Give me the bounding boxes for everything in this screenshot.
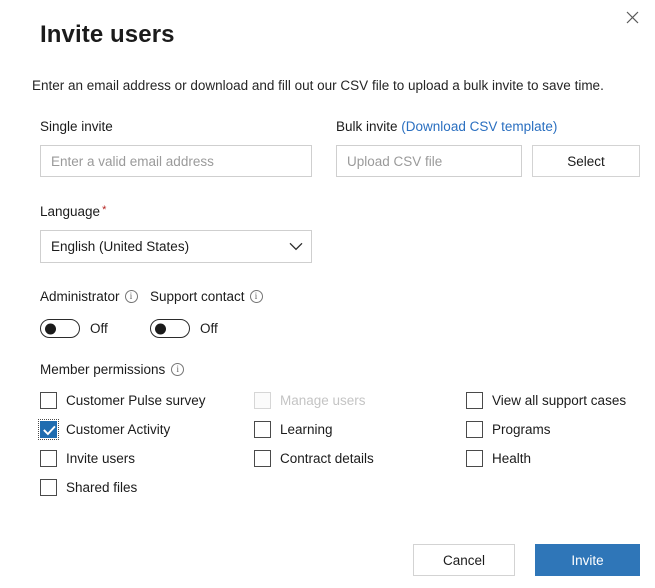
checkbox-icon[interactable] xyxy=(466,421,483,438)
invite-button[interactable]: Invite xyxy=(535,544,640,576)
administrator-toggle-state: Off xyxy=(90,321,108,336)
permission-label: Contract details xyxy=(280,451,374,466)
checkbox-icon[interactable] xyxy=(254,421,271,438)
permission-checkbox-row: Manage users xyxy=(254,386,469,415)
administrator-toggle[interactable]: Off xyxy=(40,319,108,338)
language-select[interactable]: English (United States) xyxy=(40,230,312,263)
page-title: Invite users xyxy=(40,21,175,48)
info-icon[interactable]: i xyxy=(124,290,138,303)
checkbox-icon[interactable] xyxy=(466,450,483,467)
permission-checkbox-row[interactable]: Customer Pulse survey xyxy=(40,386,255,415)
single-invite-label: Single invite xyxy=(40,119,113,134)
permission-label: Shared files xyxy=(66,480,138,495)
permission-checkbox-row[interactable]: Learning xyxy=(254,415,469,444)
checkbox-icon[interactable] xyxy=(40,392,57,409)
single-invite-email-input[interactable] xyxy=(40,145,312,177)
language-label-text: Language xyxy=(40,204,101,219)
permission-label: Customer Activity xyxy=(66,422,171,437)
cancel-button[interactable]: Cancel xyxy=(413,544,515,576)
permission-checkbox-row[interactable]: View all support cases xyxy=(466,386,655,415)
permission-label: Manage users xyxy=(280,393,366,408)
close-icon[interactable] xyxy=(617,2,647,32)
info-icon[interactable]: i xyxy=(171,363,185,376)
invite-users-dialog: Invite users Enter an email address or d… xyxy=(0,0,655,588)
support-contact-label-text: Support contact xyxy=(150,289,245,304)
permission-checkbox-row[interactable]: Contract details xyxy=(254,444,469,473)
support-contact-label: Support contact i xyxy=(150,289,263,304)
select-file-button[interactable]: Select xyxy=(532,145,640,177)
support-contact-toggle[interactable]: Off xyxy=(150,319,218,338)
administrator-switch[interactable] xyxy=(40,319,80,338)
permissions-column: View all support cases Programs Health xyxy=(466,386,655,473)
permission-checkbox-row[interactable]: Invite users xyxy=(40,444,255,473)
permission-label: Health xyxy=(492,451,532,466)
language-selected-value: English (United States) xyxy=(51,239,190,254)
support-contact-toggle-state: Off xyxy=(200,321,218,336)
checkbox-icon xyxy=(254,392,271,409)
permissions-column: Customer Pulse survey Customer Activity In… xyxy=(38,386,255,502)
member-permissions-label: Member permissions i xyxy=(40,362,185,377)
bulk-invite-label-text: Bulk invite xyxy=(336,119,398,134)
switch-knob xyxy=(155,323,166,334)
info-icon[interactable]: i xyxy=(249,290,263,303)
permission-label: Learning xyxy=(280,422,333,437)
permission-checkbox-row[interactable]: Customer Activity xyxy=(38,415,255,444)
permission-checkbox-row[interactable]: Shared files xyxy=(40,473,255,502)
permission-checkbox-row[interactable]: Programs xyxy=(466,415,655,444)
permission-label: Customer Pulse survey xyxy=(66,393,206,408)
chevron-down-icon xyxy=(289,242,303,251)
required-marker: * xyxy=(102,204,107,216)
permissions-column: Manage users Learning Contract details xyxy=(254,386,469,473)
member-permissions-label-text: Member permissions xyxy=(40,362,166,377)
permission-checkbox-row[interactable]: Health xyxy=(466,444,655,473)
checkbox-icon[interactable] xyxy=(40,450,57,467)
switch-knob xyxy=(45,323,56,334)
bulk-invite-label: Bulk invite (Download CSV template) xyxy=(336,119,557,134)
download-csv-template-link[interactable]: (Download CSV template) xyxy=(401,119,557,134)
support-contact-switch[interactable] xyxy=(150,319,190,338)
checkbox-icon[interactable] xyxy=(466,392,483,409)
permission-label: View all support cases xyxy=(492,393,627,408)
checkbox-icon[interactable] xyxy=(254,450,271,467)
bulk-invite-file-input[interactable] xyxy=(336,145,522,177)
permission-label: Programs xyxy=(492,422,551,437)
dialog-description: Enter an email address or download and f… xyxy=(32,78,604,93)
checkbox-icon[interactable] xyxy=(40,479,57,496)
permission-label: Invite users xyxy=(66,451,136,466)
checkbox-checked-icon[interactable] xyxy=(38,419,59,440)
language-label: Language * xyxy=(40,204,106,219)
administrator-label-text: Administrator xyxy=(40,289,120,304)
administrator-label: Administrator i xyxy=(40,289,138,304)
